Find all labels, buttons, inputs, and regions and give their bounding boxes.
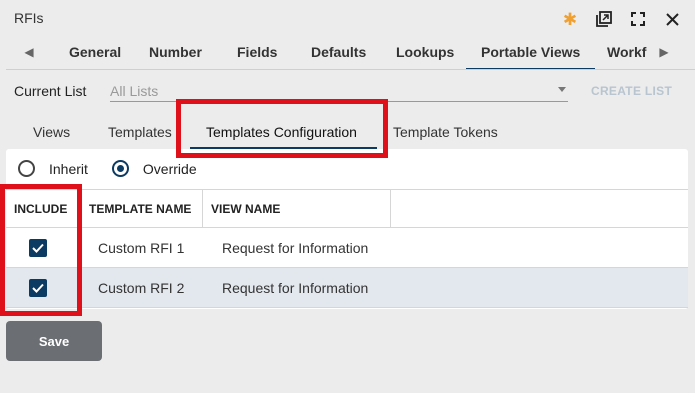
table-row[interactable]: Custom RFI 1 Request for Information bbox=[6, 228, 688, 268]
view-name-cell: Request for Information bbox=[222, 240, 369, 256]
include-checkbox[interactable] bbox=[29, 279, 47, 297]
tab-workflow[interactable]: Workf bbox=[607, 44, 646, 60]
current-list-label: Current List bbox=[14, 83, 87, 99]
template-name-cell: Custom RFI 2 bbox=[98, 280, 185, 296]
tab-fields[interactable]: Fields bbox=[237, 44, 277, 60]
tab-defaults[interactable]: Defaults bbox=[311, 44, 366, 60]
override-label: Override bbox=[142, 160, 197, 177]
column-header-view-name[interactable]: VIEW NAME bbox=[203, 190, 391, 228]
include-checkbox[interactable] bbox=[29, 239, 47, 257]
override-radio[interactable] bbox=[111, 160, 129, 177]
popout-icon[interactable] bbox=[593, 8, 615, 30]
window-title: RFIs bbox=[14, 10, 44, 26]
tab-portable-views[interactable]: Portable Views bbox=[466, 44, 596, 70]
column-header-include[interactable]: INCLUDE bbox=[6, 190, 81, 228]
maximize-icon[interactable] bbox=[627, 8, 649, 30]
subtab-template-tokens[interactable]: Template Tokens bbox=[393, 124, 498, 140]
modified-star-icon: ✱ bbox=[562, 9, 578, 29]
current-list-value: All Lists bbox=[110, 83, 159, 99]
config-panel: Inherit Override INCLUDE TEMPLATE NAME V… bbox=[6, 149, 688, 309]
view-name-cell: Request for Information bbox=[222, 280, 369, 296]
save-button[interactable]: Save bbox=[6, 321, 102, 361]
template-name-cell: Custom RFI 1 bbox=[98, 240, 185, 256]
tab-lookups[interactable]: Lookups bbox=[396, 44, 454, 60]
checkmark-icon bbox=[32, 243, 44, 253]
chevron-down-icon bbox=[558, 87, 566, 92]
title-bar: RFIs ✱ bbox=[0, 0, 695, 36]
mode-radio-group: Inherit Override bbox=[18, 160, 221, 177]
checkmark-icon bbox=[32, 283, 44, 293]
main-tab-bar: ◀ General Number Fields Defaults Lookups… bbox=[0, 36, 695, 70]
templates-grid: INCLUDE TEMPLATE NAME VIEW NAME Custom R… bbox=[6, 189, 688, 308]
inherit-radio[interactable] bbox=[18, 160, 35, 177]
subtab-templates[interactable]: Templates bbox=[108, 124, 172, 140]
close-icon[interactable] bbox=[661, 8, 683, 30]
create-list-button[interactable]: CREATE LIST bbox=[591, 84, 672, 98]
subtab-views[interactable]: Views bbox=[33, 124, 70, 140]
table-row[interactable]: Custom RFI 2 Request for Information bbox=[6, 268, 688, 308]
subtab-templates-configuration[interactable]: Templates Configuration bbox=[206, 124, 357, 140]
window-controls: ✱ bbox=[559, 8, 683, 30]
grid-header: INCLUDE TEMPLATE NAME VIEW NAME bbox=[6, 189, 688, 228]
tab-general[interactable]: General bbox=[69, 44, 121, 60]
tab-scroll-right-icon[interactable]: ▶ bbox=[657, 45, 671, 59]
tab-divider bbox=[6, 69, 695, 70]
current-list-select[interactable]: All Lists bbox=[110, 80, 568, 102]
tab-number[interactable]: Number bbox=[149, 44, 202, 60]
inherit-label: Inherit bbox=[49, 160, 88, 177]
column-header-template-name[interactable]: TEMPLATE NAME bbox=[81, 190, 203, 228]
